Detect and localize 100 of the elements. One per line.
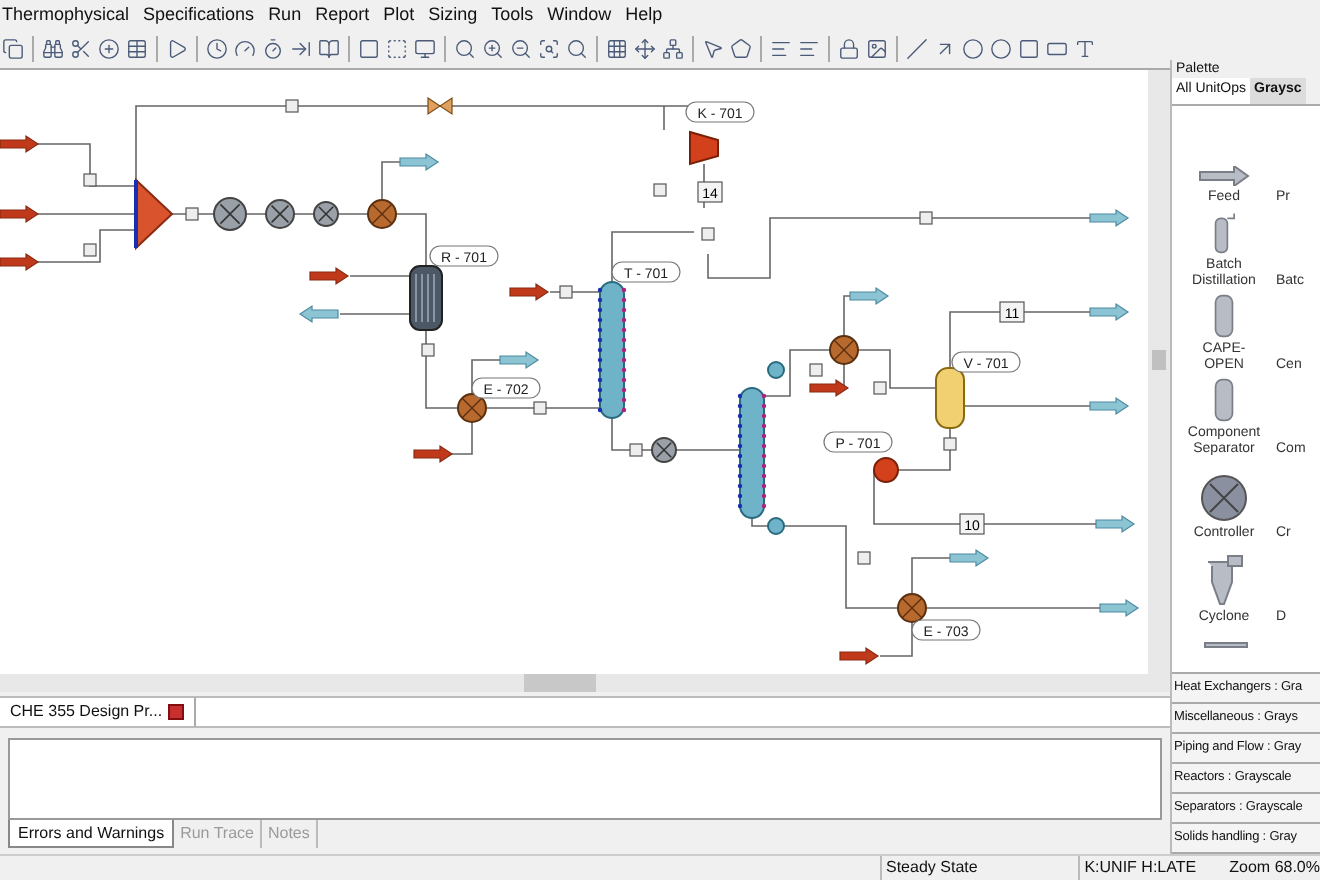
timer-icon[interactable] — [262, 38, 284, 60]
shape-icon[interactable] — [730, 38, 752, 60]
stream-tag-icon — [83, 173, 97, 187]
menu-item[interactable]: Thermophysical — [2, 1, 130, 29]
product-arrow — [1099, 598, 1140, 618]
align-icon[interactable] — [770, 38, 792, 60]
align-icon[interactable] — [798, 38, 820, 60]
pipe-line — [425, 329, 459, 409]
grid-icon[interactable] — [606, 38, 628, 60]
feed-arrow — [0, 252, 40, 272]
scroll-thumb[interactable] — [524, 674, 596, 692]
controller-icon — [1200, 474, 1248, 522]
menu-item[interactable]: Plot — [383, 1, 415, 29]
run-icon[interactable] — [166, 38, 188, 60]
stream-tag-icon — [285, 99, 299, 113]
square-icon[interactable] — [1018, 38, 1040, 60]
product-arrow — [1089, 396, 1130, 416]
menu-item[interactable]: Sizing — [428, 1, 478, 29]
status-mode: Steady State — [880, 856, 1079, 880]
menu-item[interactable]: Specifications — [143, 1, 255, 29]
scroll-thumb[interactable] — [1152, 350, 1166, 370]
horizontal-scrollbar[interactable] — [0, 674, 1170, 692]
zoom-out-icon[interactable] — [510, 38, 532, 60]
book-icon[interactable] — [318, 38, 340, 60]
menu-item[interactable]: Report — [315, 1, 370, 29]
network-icon[interactable] — [662, 38, 684, 60]
message-tab[interactable]: Errors and Warnings — [8, 820, 175, 848]
pipe-line — [879, 621, 913, 657]
text-icon[interactable] — [1074, 38, 1096, 60]
pump-drawing — [873, 457, 899, 483]
vertical-scrollbar[interactable] — [1148, 70, 1170, 674]
cyclone-icon — [1204, 554, 1244, 606]
menu-item[interactable]: Help — [625, 1, 663, 29]
heat-exchanger-drawing — [367, 199, 397, 229]
stream-tag-icon — [943, 437, 957, 451]
monitor-icon[interactable] — [414, 38, 436, 60]
stream-tag-icon — [653, 183, 667, 197]
document-tab[interactable]: CHE 355 Design Pr... — [0, 698, 197, 726]
pipe-segment-icon — [1204, 642, 1248, 648]
document-tab-label[interactable]: CHE 355 Design Pr... — [10, 700, 163, 724]
arrow-icon[interactable] — [290, 38, 312, 60]
stream-tag-icon — [919, 211, 933, 225]
pipe-line — [485, 407, 601, 409]
stream-tag-icon — [83, 243, 97, 257]
vessel-drawing — [935, 367, 965, 429]
lock-icon[interactable] — [838, 38, 860, 60]
condenser-drawing — [767, 361, 785, 379]
search-icon[interactable] — [454, 38, 476, 60]
feed-arrow — [839, 646, 880, 666]
gauge-icon[interactable] — [234, 38, 256, 60]
product-arrow — [499, 350, 540, 370]
pipe-line — [611, 231, 695, 283]
stream-tag-icon — [533, 401, 547, 415]
clock-icon[interactable] — [206, 38, 228, 60]
menu-item[interactable]: Window — [547, 1, 612, 29]
cylinder-icon — [1212, 294, 1236, 338]
close-icon[interactable] — [168, 704, 185, 720]
product-arrow — [399, 152, 440, 172]
zoom-level: Zoom 68.0% — [1229, 856, 1320, 880]
product-arrow — [849, 286, 890, 306]
circle-icon[interactable] — [962, 38, 984, 60]
add-icon[interactable] — [98, 38, 120, 60]
search-icon[interactable] — [566, 38, 588, 60]
stream-tag-icon — [873, 381, 887, 395]
feed-arrow — [309, 266, 350, 286]
menu-item[interactable]: Tools — [491, 1, 534, 29]
table-icon[interactable] — [126, 38, 148, 60]
product-arrow — [1089, 302, 1130, 322]
stream-tag-icon — [559, 285, 573, 299]
ellipse-icon[interactable] — [990, 38, 1012, 60]
compressor-drawing — [689, 130, 719, 166]
scissors-icon[interactable] — [70, 38, 92, 60]
pointer-icon[interactable] — [702, 38, 724, 60]
pipe-line — [911, 557, 951, 595]
copy-icon[interactable] — [2, 38, 24, 60]
stream-tag-icon — [421, 343, 435, 357]
reactor-drawing — [409, 265, 443, 331]
zoom-in-icon[interactable] — [482, 38, 504, 60]
zoom-fit-icon[interactable] — [538, 38, 560, 60]
stream-tag-icon — [809, 363, 823, 377]
pipe-line — [857, 349, 937, 389]
frame-icon[interactable] — [358, 38, 380, 60]
heat-exchanger-drawing — [829, 335, 859, 365]
rotating-unit-drawing — [265, 199, 295, 229]
rotating-unit-drawing — [651, 437, 677, 463]
arrow-icon[interactable] — [934, 38, 956, 60]
frame-icon[interactable] — [386, 38, 408, 60]
pipe-line — [949, 311, 1091, 369]
menu-item[interactable]: Run — [268, 1, 302, 29]
line-icon[interactable] — [906, 38, 928, 60]
product-arrow — [949, 548, 990, 568]
stream-tag-icon — [701, 227, 715, 241]
image-icon[interactable] — [866, 38, 888, 60]
cylinder-icon — [1212, 378, 1236, 422]
move-icon[interactable] — [634, 38, 656, 60]
rectangle-icon[interactable] — [1046, 38, 1068, 60]
product-arrow — [1095, 514, 1136, 534]
binoculars-icon[interactable] — [42, 38, 64, 60]
pipe-line — [675, 449, 741, 451]
reboiler-drawing — [767, 517, 785, 535]
